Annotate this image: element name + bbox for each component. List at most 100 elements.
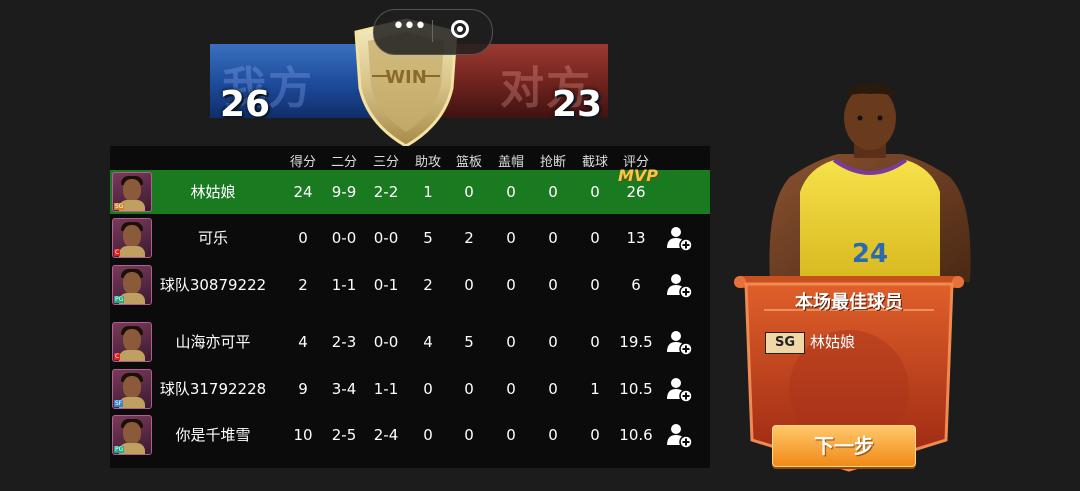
add-friend-icon xyxy=(667,331,693,356)
stat-cell: 2 xyxy=(423,276,433,294)
stat-cell: 0 xyxy=(548,183,558,201)
stat-cell: 0 xyxy=(548,276,558,294)
col-intercepts: 截球 xyxy=(581,155,608,170)
add-friend-icon xyxy=(667,378,693,403)
player-name: 球队30879222 xyxy=(159,276,267,294)
stat-cell: 9-9 xyxy=(331,183,357,201)
player-avatar: SG xyxy=(112,172,152,212)
stat-cell: 2-4 xyxy=(373,426,399,444)
stat-cell: 1-1 xyxy=(373,380,399,398)
capsule-divider xyxy=(432,20,433,42)
stat-cell: 2 xyxy=(464,229,474,247)
player-avatar: C xyxy=(112,322,152,362)
their-score: 23 xyxy=(552,84,603,125)
player-name: 山海亦可平 xyxy=(175,333,251,351)
add-friend-button[interactable] xyxy=(664,327,694,357)
position-tag: SG xyxy=(114,203,125,210)
stat-cell: 0 xyxy=(464,426,474,444)
add-friend-icon xyxy=(667,424,693,449)
stat-cell: 9 xyxy=(298,380,308,398)
stat-cell: 0 xyxy=(548,229,558,247)
player-name: 你是千堆雪 xyxy=(175,426,251,444)
next-step-button[interactable]: 下一步 xyxy=(772,425,916,467)
jersey-number: 24 xyxy=(852,239,888,269)
add-friend-button[interactable] xyxy=(664,420,694,450)
add-friend-button[interactable] xyxy=(664,223,694,253)
stat-cell: 19.5 xyxy=(619,333,653,351)
stat-cell: 0-1 xyxy=(373,276,399,294)
stat-cell: 0 xyxy=(506,380,516,398)
mvp-card-title: 本场最佳球员 xyxy=(795,292,903,313)
stat-cell: 0-0 xyxy=(373,229,399,247)
player-avatar: SF xyxy=(112,369,152,409)
stat-cell: 0 xyxy=(506,333,516,351)
stat-cell: 0 xyxy=(548,426,558,444)
stat-cell: 0 xyxy=(423,380,433,398)
stat-cell: 0 xyxy=(590,229,600,247)
stat-cell: 5 xyxy=(464,333,474,351)
stat-cell: 0 xyxy=(506,276,516,294)
position-tag: SF xyxy=(114,400,124,407)
stat-cell: 0-0 xyxy=(331,229,357,247)
more-options-icon[interactable]: ••• xyxy=(392,16,427,40)
add-friend-button[interactable] xyxy=(664,270,694,300)
add-friend-icon xyxy=(667,274,693,299)
stat-cell: 13 xyxy=(626,229,646,247)
mvp-player-name: 林姑娘 xyxy=(810,333,856,351)
position-tag: C xyxy=(114,249,121,256)
player-avatar: C xyxy=(112,218,152,258)
stat-cell: 1-1 xyxy=(331,276,357,294)
stat-cell: 2-2 xyxy=(373,183,399,201)
player-name: 球队31792228 xyxy=(159,380,267,398)
position-tag: C xyxy=(114,353,121,360)
stat-cell: 0 xyxy=(464,276,474,294)
stat-cell: 6 xyxy=(631,276,641,294)
stat-cell: 0 xyxy=(506,426,516,444)
stat-cell: 0 xyxy=(548,380,558,398)
col-two-pointers: 二分 xyxy=(330,155,357,170)
stat-cell: 5 xyxy=(423,229,433,247)
stat-cell: 0 xyxy=(590,183,600,201)
col-three-pointers: 三分 xyxy=(372,155,399,170)
mvp-player-figure: 24 xyxy=(769,83,971,282)
player-avatar: PG xyxy=(112,265,152,305)
stat-cell: 2-5 xyxy=(331,426,357,444)
stat-cell: 24 xyxy=(293,183,313,201)
stat-cell: 0-0 xyxy=(373,333,399,351)
stat-cell: 0 xyxy=(464,380,474,398)
stat-cell: 10.6 xyxy=(619,426,653,444)
stat-cell: 0 xyxy=(548,333,558,351)
player-name: 林姑娘 xyxy=(190,183,236,201)
stat-cell: 10.5 xyxy=(619,380,653,398)
position-tag: PG xyxy=(114,296,125,303)
stat-cell: 0 xyxy=(298,229,308,247)
col-points: 得分 xyxy=(289,155,316,170)
col-blocks: 盖帽 xyxy=(497,155,524,170)
stat-cell: 3-4 xyxy=(331,380,357,398)
add-friend-icon xyxy=(667,227,693,252)
stat-cell: 0 xyxy=(423,426,433,444)
stat-cell: 10 xyxy=(293,426,313,444)
stat-cell: 1 xyxy=(423,183,433,201)
player-avatar: PG xyxy=(112,415,152,455)
stat-cell: 1 xyxy=(590,380,600,398)
col-steals: 抢断 xyxy=(539,155,566,170)
stat-cell: 2-3 xyxy=(331,333,357,351)
stat-cell: 0 xyxy=(590,276,600,294)
stat-cell: 0 xyxy=(590,333,600,351)
position-tag: PG xyxy=(114,446,125,453)
player-name: 可乐 xyxy=(197,229,228,247)
our-score: 26 xyxy=(220,84,271,125)
stat-cell: 0 xyxy=(506,183,516,201)
add-friend-button[interactable] xyxy=(664,374,694,404)
stat-cell: 2 xyxy=(298,276,308,294)
stat-cell: 4 xyxy=(423,333,433,351)
mvp-position-badge: SG xyxy=(765,332,805,354)
their-team-banner: 对方 23 xyxy=(440,44,608,125)
stat-cell: 0 xyxy=(464,183,474,201)
stat-cell: 4 xyxy=(298,333,308,351)
close-target-icon[interactable] xyxy=(451,20,469,38)
col-rebounds: 篮板 xyxy=(455,155,482,170)
mini-program-capsule xyxy=(373,9,493,55)
stat-cell: 0 xyxy=(506,229,516,247)
